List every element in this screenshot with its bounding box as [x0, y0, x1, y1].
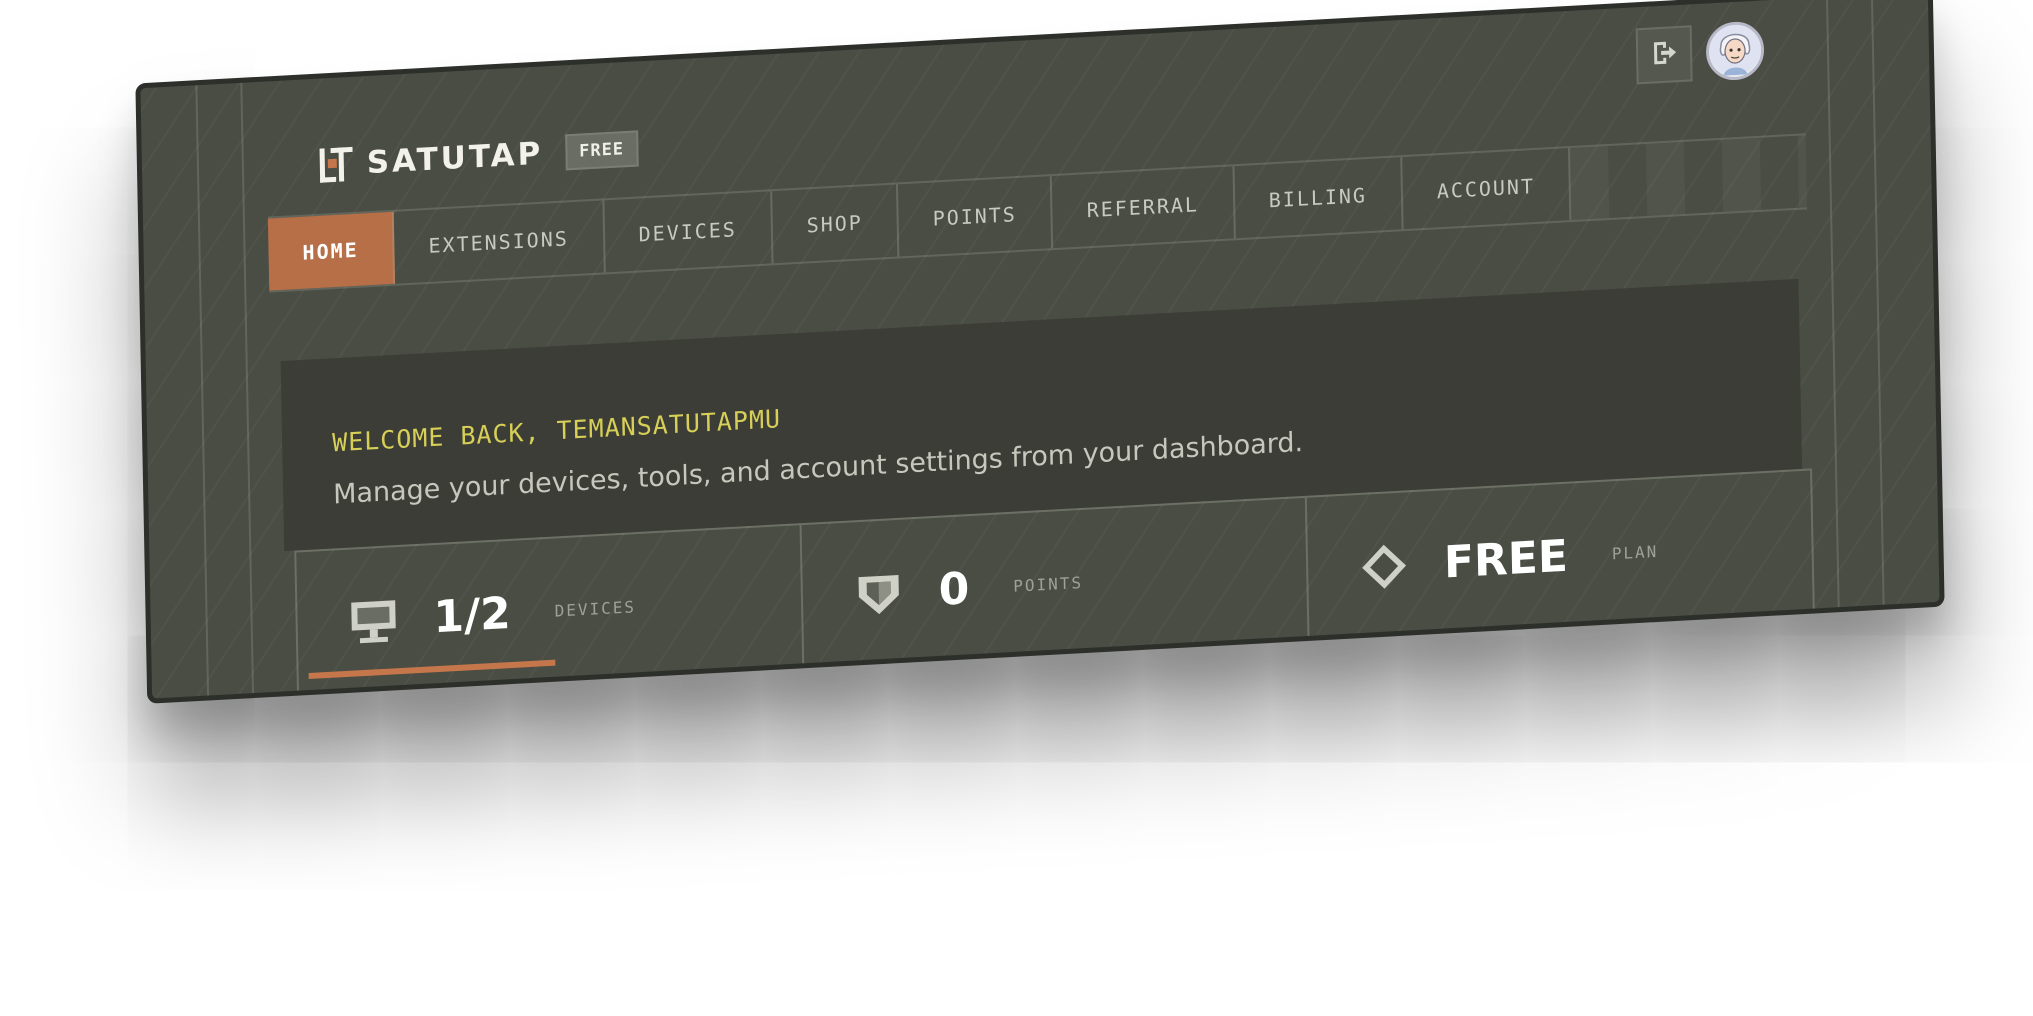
devices-label: DEVICES: [554, 597, 637, 621]
tab-shop[interactable]: SHOP: [772, 184, 900, 264]
points-value: 0: [938, 563, 970, 616]
side-rail-left-inner: [240, 82, 255, 694]
main-content: SATUTAP FREE HOME EXTENSIONS DEVICES SHO…: [265, 0, 1815, 698]
tab-devices[interactable]: DEVICES: [604, 191, 774, 273]
logout-button[interactable]: [1635, 25, 1693, 85]
stage: SATUTAP FREE HOME EXTENSIONS DEVICES SHO…: [0, 0, 2033, 1016]
devices-progress-fill: [308, 659, 556, 680]
tab-account[interactable]: ACCOUNT: [1402, 148, 1572, 230]
tab-referral[interactable]: REFERRAL: [1052, 166, 1236, 249]
stat-points[interactable]: 0 POINTS: [801, 497, 1310, 671]
tab-billing[interactable]: BILLING: [1234, 157, 1404, 239]
header-actions: [1635, 20, 1765, 85]
stat-plan[interactable]: FREE PLAN: [1307, 471, 1813, 643]
side-rail-right-inner: [1825, 0, 1840, 608]
logo[interactable]: SATUTAP FREE: [317, 129, 639, 184]
devices-progress: [308, 646, 802, 680]
stat-devices[interactable]: 1/2 DEVICES: [296, 525, 805, 698]
logout-icon: [1650, 38, 1679, 72]
monitor-icon: [347, 594, 400, 649]
tab-home[interactable]: HOME: [267, 211, 396, 291]
devices-value: 1/2: [433, 588, 512, 644]
avatar-icon: [1709, 22, 1762, 81]
plan-label: PLAN: [1611, 541, 1659, 564]
tab-points[interactable]: POINTS: [898, 176, 1054, 257]
avatar[interactable]: [1705, 20, 1765, 82]
plan-value: FREE: [1443, 530, 1569, 589]
satutap-logo-icon: [317, 145, 356, 185]
side-rail-right: [1870, 0, 1885, 605]
tab-extensions[interactable]: EXTENSIONS: [393, 200, 606, 284]
app-window: SATUTAP FREE HOME EXTENSIONS DEVICES SHO…: [135, 0, 1945, 704]
diamond-icon: [1358, 539, 1411, 594]
brand-name: SATUTAP: [366, 135, 544, 182]
side-rail-left: [195, 85, 210, 696]
points-label: POINTS: [1013, 573, 1084, 596]
nav-filler: [1570, 135, 1808, 221]
plan-badge: FREE: [564, 130, 639, 171]
shield-icon: [852, 566, 905, 621]
